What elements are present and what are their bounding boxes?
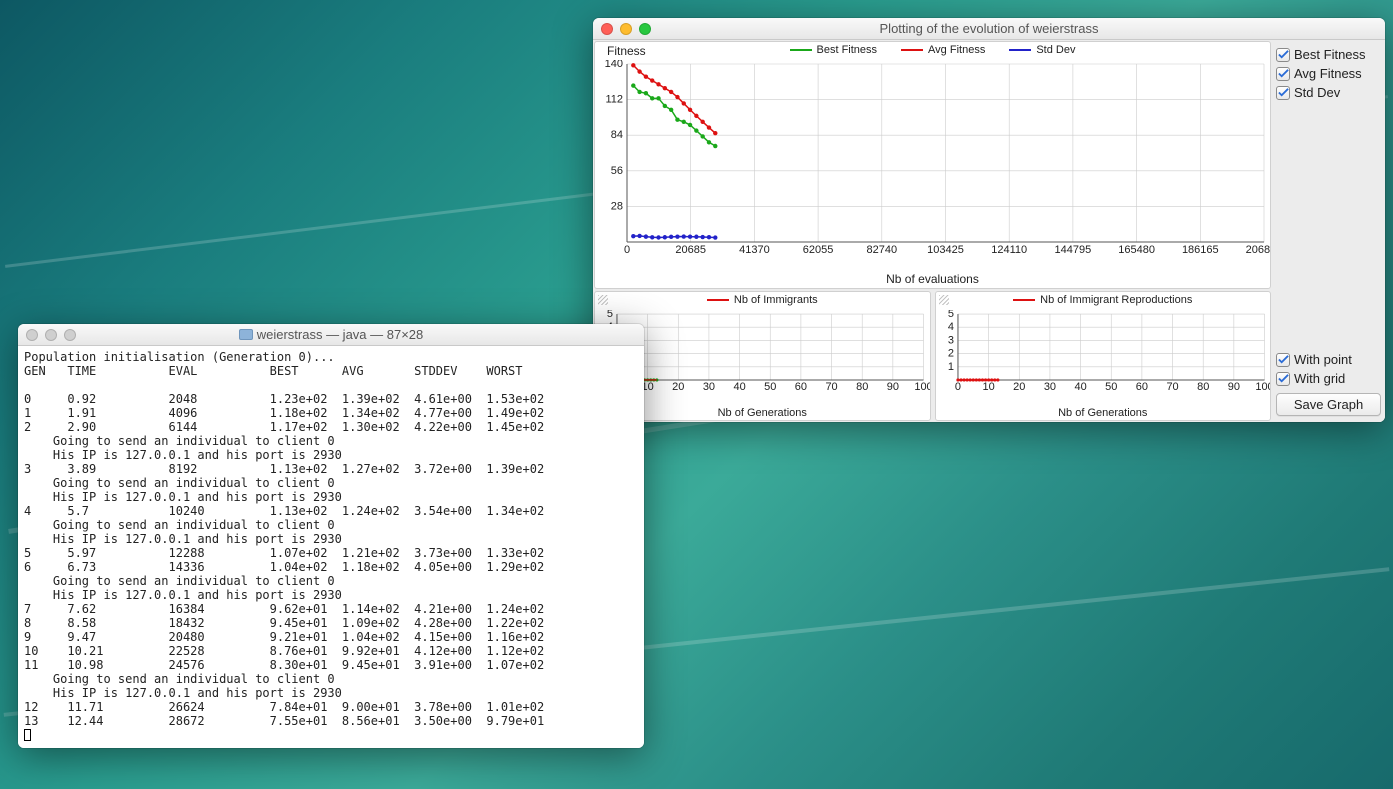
svg-text:80: 80 bbox=[1197, 381, 1209, 393]
svg-text:40: 40 bbox=[1074, 381, 1086, 393]
svg-text:70: 70 bbox=[825, 381, 837, 393]
svg-text:144795: 144795 bbox=[1055, 244, 1092, 256]
svg-text:60: 60 bbox=[795, 381, 807, 393]
checkbox-with-point[interactable]: With point bbox=[1276, 351, 1381, 368]
save-graph-button[interactable]: Save Graph bbox=[1276, 393, 1381, 416]
close-icon[interactable] bbox=[601, 23, 613, 35]
svg-text:0: 0 bbox=[624, 244, 630, 256]
folder-icon bbox=[239, 329, 253, 340]
immigrants-legend: Nb of Immigrants bbox=[595, 294, 930, 306]
zoom-icon[interactable] bbox=[64, 329, 76, 341]
close-icon[interactable] bbox=[26, 329, 38, 341]
immigrants-xaxis-label: Nb of Generations bbox=[595, 407, 930, 419]
svg-text:90: 90 bbox=[887, 381, 899, 393]
zoom-icon[interactable] bbox=[639, 23, 651, 35]
check-icon bbox=[1276, 48, 1290, 62]
svg-text:80: 80 bbox=[856, 381, 868, 393]
checkbox-label: Std Dev bbox=[1294, 85, 1340, 100]
checkbox-label: Avg Fitness bbox=[1294, 66, 1362, 81]
svg-text:60: 60 bbox=[1135, 381, 1147, 393]
svg-text:124110: 124110 bbox=[991, 244, 1027, 256]
immigrant-repro-chart-panel: Nb of Immigrant Reproductions 0 10 20 30 40 5… bbox=[935, 291, 1272, 421]
svg-text:100: 100 bbox=[914, 381, 929, 393]
svg-text:100: 100 bbox=[1255, 381, 1270, 393]
svg-text:20685: 20685 bbox=[675, 244, 706, 256]
plot-window-title: Plotting of the evolution of weierstrass bbox=[593, 21, 1385, 36]
checkbox-std-dev[interactable]: Std Dev bbox=[1276, 84, 1381, 101]
svg-text:20: 20 bbox=[1013, 381, 1025, 393]
immigrant-repro-xaxis-label: Nb of Generations bbox=[936, 407, 1271, 419]
svg-text:28: 28 bbox=[611, 200, 623, 212]
svg-text:56: 56 bbox=[611, 165, 623, 177]
svg-text:20: 20 bbox=[672, 381, 684, 393]
svg-text:4: 4 bbox=[947, 321, 953, 333]
minimize-icon[interactable] bbox=[45, 329, 57, 341]
svg-text:50: 50 bbox=[764, 381, 776, 393]
terminal-cursor bbox=[24, 729, 31, 741]
options-sidebar: Best Fitness Avg Fitness Std Dev With po… bbox=[1272, 40, 1385, 422]
checkbox-avg-fitness[interactable]: Avg Fitness bbox=[1276, 65, 1381, 82]
svg-text:206850: 206850 bbox=[1246, 244, 1270, 256]
svg-text:112: 112 bbox=[605, 94, 623, 106]
terminal-titlebar[interactable]: weierstrass — java — 87×28 bbox=[18, 324, 644, 346]
svg-text:30: 30 bbox=[703, 381, 715, 393]
plot-titlebar[interactable]: Plotting of the evolution of weierstrass bbox=[593, 18, 1385, 40]
svg-text:1: 1 bbox=[947, 361, 953, 373]
fitness-chart: 0 20685 41370 62055 82740 103425 124110 144795 1… bbox=[595, 60, 1270, 258]
svg-text:62055: 62055 bbox=[803, 244, 834, 256]
check-icon bbox=[1276, 86, 1290, 100]
svg-text:50: 50 bbox=[1105, 381, 1117, 393]
immigrants-chart: 010203040506070809010012345 bbox=[595, 310, 930, 394]
svg-text:10: 10 bbox=[982, 381, 994, 393]
svg-text:5: 5 bbox=[607, 310, 613, 320]
terminal-traffic-lights[interactable] bbox=[26, 329, 76, 341]
minimize-icon[interactable] bbox=[620, 23, 632, 35]
svg-text:82740: 82740 bbox=[867, 244, 898, 256]
svg-text:40: 40 bbox=[733, 381, 745, 393]
svg-text:2: 2 bbox=[947, 348, 953, 360]
fitness-chart-legend: Best FitnessAvg FitnessStd Dev bbox=[595, 44, 1270, 56]
svg-text:5: 5 bbox=[947, 310, 953, 320]
svg-text:3: 3 bbox=[947, 334, 953, 346]
checkbox-label: With grid bbox=[1294, 371, 1345, 386]
svg-text:103425: 103425 bbox=[927, 244, 964, 256]
svg-text:0: 0 bbox=[954, 381, 960, 393]
check-icon bbox=[1276, 372, 1290, 386]
fitness-xaxis-label: Nb of evaluations bbox=[595, 272, 1270, 286]
terminal-window: weierstrass — java — 87×28 Population in… bbox=[18, 324, 644, 748]
svg-text:30: 30 bbox=[1043, 381, 1055, 393]
svg-text:90: 90 bbox=[1227, 381, 1239, 393]
svg-text:84: 84 bbox=[611, 129, 623, 141]
checkbox-best-fitness[interactable]: Best Fitness bbox=[1276, 46, 1381, 63]
immigrant-repro-legend: Nb of Immigrant Reproductions bbox=[936, 294, 1271, 306]
svg-text:41370: 41370 bbox=[739, 244, 770, 256]
svg-text:140: 140 bbox=[605, 60, 623, 70]
plot-traffic-lights[interactable] bbox=[601, 23, 651, 35]
plot-window: Plotting of the evolution of weierstrass… bbox=[593, 18, 1385, 422]
check-icon bbox=[1276, 353, 1290, 367]
checkbox-label: Best Fitness bbox=[1294, 47, 1366, 62]
terminal-output[interactable]: Population initialisation (Generation 0)… bbox=[18, 346, 644, 748]
immigrants-chart-panel: Nb of Immigrants 01020304050607080901001… bbox=[594, 291, 931, 421]
svg-text:165480: 165480 bbox=[1118, 244, 1155, 256]
svg-text:70: 70 bbox=[1166, 381, 1178, 393]
checkbox-with-grid[interactable]: With grid bbox=[1276, 370, 1381, 387]
check-icon bbox=[1276, 67, 1290, 81]
fitness-chart-panel: Fitness Best FitnessAvg FitnessStd Dev 0… bbox=[594, 41, 1271, 289]
checkbox-label: With point bbox=[1294, 352, 1352, 367]
svg-text:186165: 186165 bbox=[1182, 244, 1219, 256]
immigrant-repro-chart: 0 10 20 30 40 50 60 70 80 90 100 12 345 bbox=[936, 310, 1271, 394]
terminal-window-title: weierstrass — java — 87×28 bbox=[18, 327, 644, 342]
